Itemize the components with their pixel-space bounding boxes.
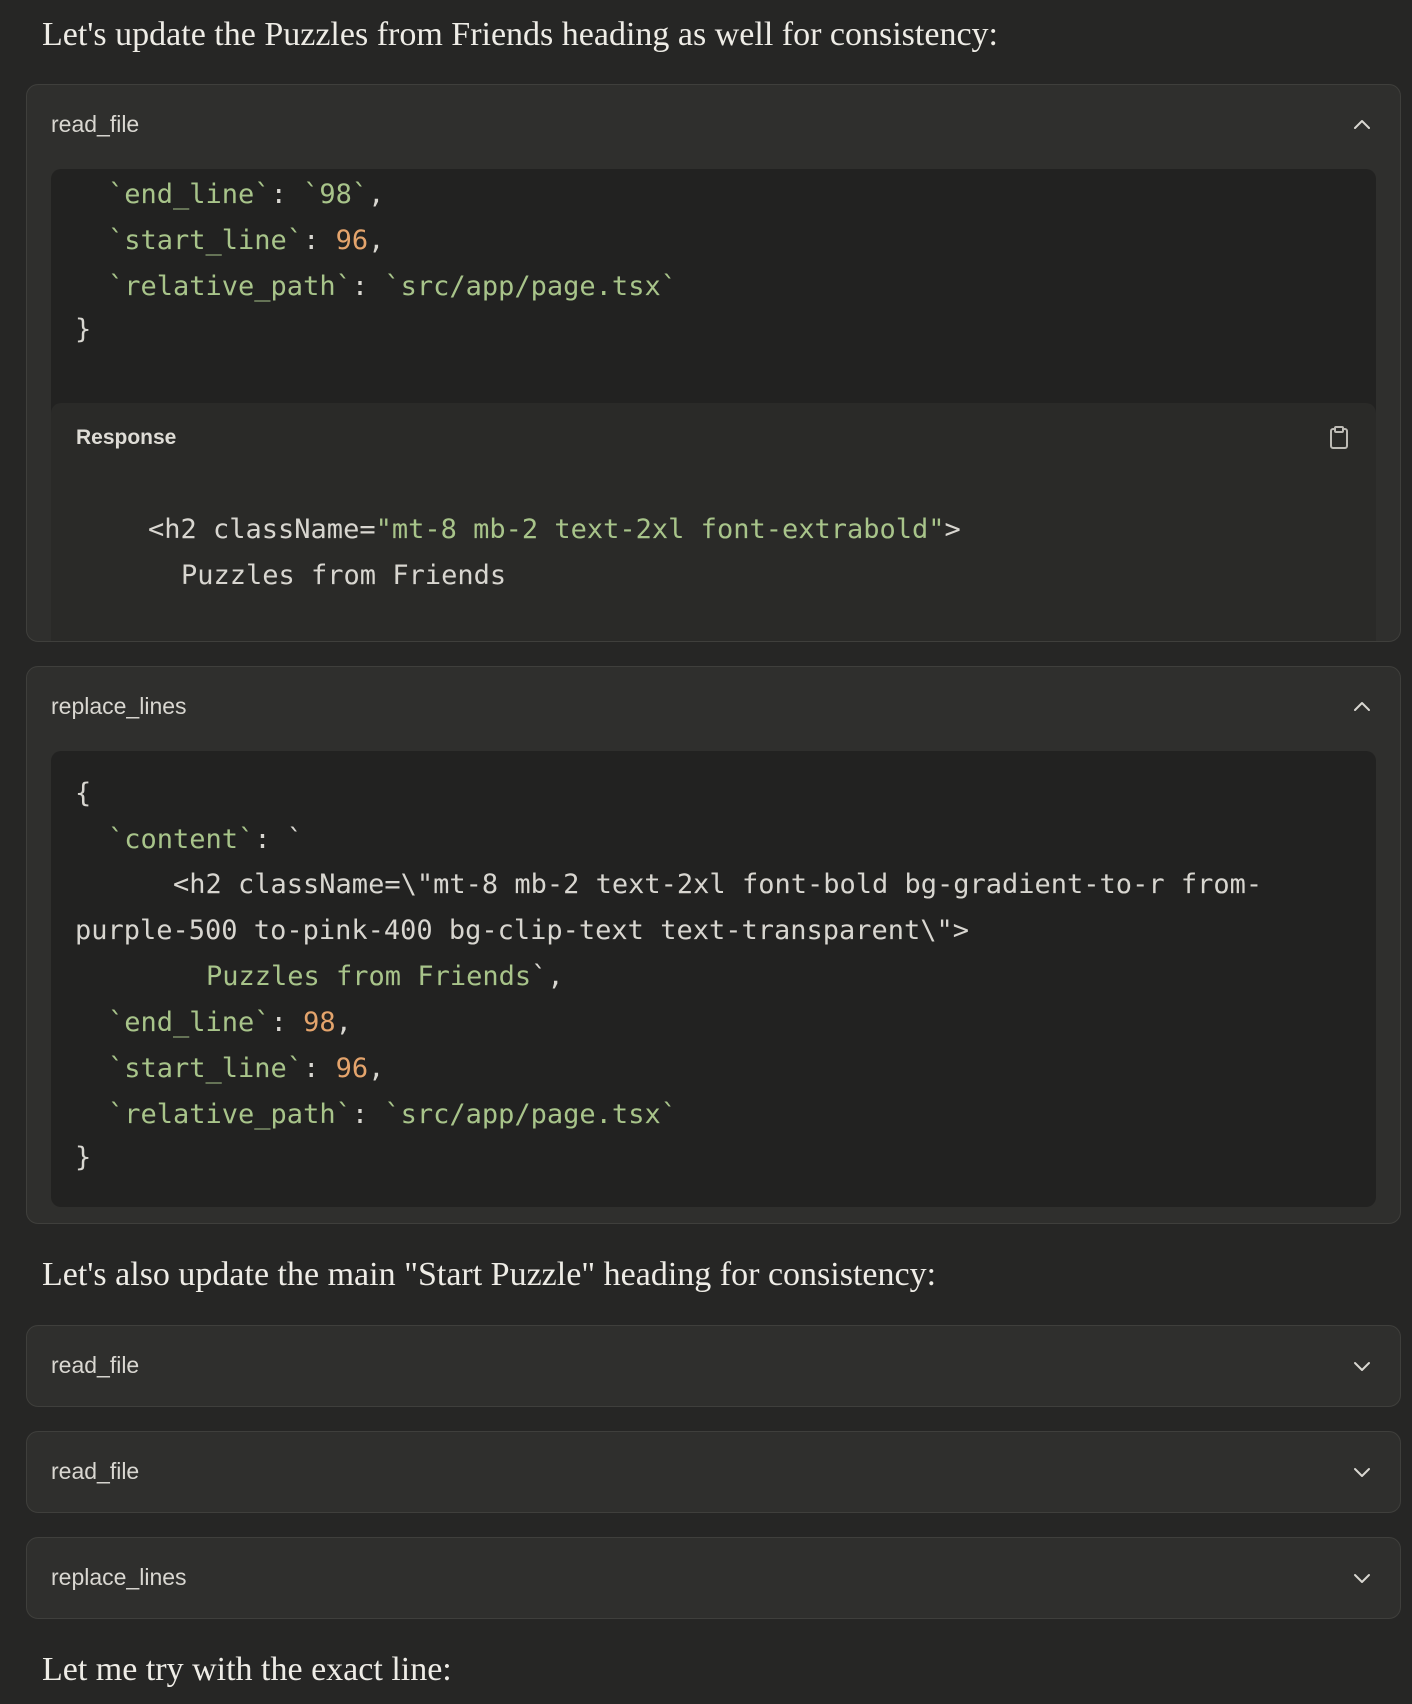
code-line: Puzzles from Friends`, [206,961,564,992]
chevron-down-icon[interactable] [1350,1460,1374,1484]
code-line: `relative_path`: `src/app/page.tsx` [108,271,677,302]
code-line: { [75,778,92,809]
code-line: `relative_path`: `src/app/page.tsx` [108,1099,677,1130]
tool-call-replace-lines[interactable]: replace_lines [26,1537,1401,1619]
code-line: <h2 className=\"mt-8 mb-2 text-2xl font-… [173,869,1263,900]
chevron-up-icon[interactable] [1350,113,1374,137]
tool-name: read_file [51,1458,140,1484]
assistant-message: Let's update the Puzzles from Friends he… [42,16,998,53]
code-line: `start_line`: 96, [108,225,385,256]
tool-call-replace-lines: replace_lines { `content`: ` <h2 classNa… [26,666,1401,1224]
tool-name: replace_lines [51,1564,187,1590]
tool-call-read-file[interactable]: read_file [26,1325,1401,1407]
tool-name: read_file [51,1352,140,1378]
fade-overlay [51,617,1376,641]
chevron-down-icon[interactable] [1350,1566,1374,1590]
code-line: } [75,314,92,345]
code-line: `content`: ` [108,824,304,855]
tool-call-header[interactable]: read_file [27,85,1400,167]
response-line: <h2 className="mt-8 mb-2 text-2xl font-e… [148,514,961,545]
code-line: `end_line`: `98`, [108,179,385,210]
tool-call-read-file: read_file `end_line`: `98`, `start_line`:… [26,84,1401,642]
tool-call-read-file[interactable]: read_file [26,1431,1401,1513]
response-title: Response [76,426,177,449]
clipboard-icon[interactable] [1328,425,1350,456]
code-line: purple-500 to-pink-400 bg-clip-text text… [75,915,970,946]
code-line: } [75,1142,92,1173]
assistant-message: Let me try with the exact line: [42,1651,452,1688]
code-block: { `content`: ` <h2 className=\"mt-8 mb-2… [51,751,1376,1207]
chevron-up-icon[interactable] [1350,695,1374,719]
response-line: Puzzles from Friends [181,560,507,591]
tool-call-header[interactable]: replace_lines [27,667,1400,749]
code-line: `start_line`: 96, [108,1053,385,1084]
code-line: `end_line`: 98, [108,1007,352,1038]
response-panel: Response <h2 className="mt-8 mb-2 text-2… [51,403,1376,641]
tool-name: replace_lines [51,693,187,719]
tool-name: read_file [51,111,140,137]
chevron-down-icon[interactable] [1350,1354,1374,1378]
assistant-message: Let's also update the main "Start Puzzle… [42,1256,937,1293]
